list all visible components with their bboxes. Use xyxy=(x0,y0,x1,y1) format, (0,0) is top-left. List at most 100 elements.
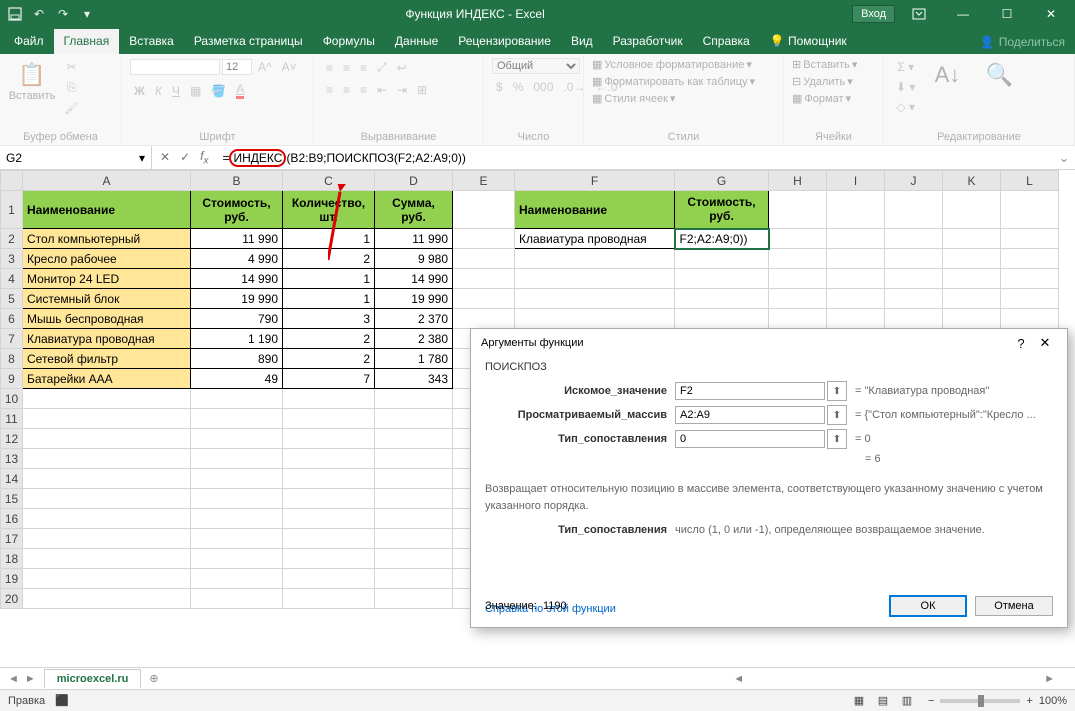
row-header[interactable]: 2 xyxy=(1,229,23,249)
name-box[interactable]: G2▾ xyxy=(0,146,152,169)
col-header[interactable]: G xyxy=(675,171,769,191)
cell[interactable]: Мышь беспроводная xyxy=(23,309,191,329)
cell[interactable] xyxy=(943,191,1001,229)
row-header[interactable]: 13 xyxy=(1,449,23,469)
row-header[interactable]: 20 xyxy=(1,589,23,609)
cell[interactable] xyxy=(191,449,283,469)
undo-icon[interactable]: ↶ xyxy=(28,3,50,25)
sheet-next-icon[interactable]: ► xyxy=(25,673,36,685)
cell[interactable]: 3 xyxy=(283,309,375,329)
bold-button[interactable]: Ж xyxy=(130,82,149,100)
hscroll-right-icon[interactable]: ► xyxy=(1044,673,1055,685)
cell[interactable]: Сетевой фильтр xyxy=(23,349,191,369)
sort-filter-button[interactable]: A↓ xyxy=(923,58,971,92)
font-size-input[interactable] xyxy=(222,59,252,75)
align-top-icon[interactable]: ≡ xyxy=(322,59,337,77)
cell[interactable] xyxy=(827,191,885,229)
col-header[interactable]: E xyxy=(453,171,515,191)
col-header[interactable]: K xyxy=(943,171,1001,191)
cell[interactable]: 9 980 xyxy=(375,249,453,269)
cell[interactable] xyxy=(375,509,453,529)
row-header[interactable]: 18 xyxy=(1,549,23,569)
row-header[interactable]: 8 xyxy=(1,349,23,369)
cell[interactable]: 49 xyxy=(191,369,283,389)
cell[interactable] xyxy=(191,389,283,409)
italic-button[interactable]: К xyxy=(151,82,166,100)
cell[interactable]: Кресло рабочее xyxy=(23,249,191,269)
zoom-out-icon[interactable]: − xyxy=(928,695,934,707)
cell[interactable] xyxy=(675,249,769,269)
delete-cells-button[interactable]: ⊟ Удалить ▾ xyxy=(792,75,853,88)
cell[interactable] xyxy=(375,489,453,509)
cell[interactable] xyxy=(453,289,515,309)
arg-lookup-input[interactable] xyxy=(675,382,825,400)
row-header[interactable]: 1 xyxy=(1,191,23,229)
tab-file[interactable]: Файл xyxy=(4,29,54,54)
borders-icon[interactable]: ▦ xyxy=(186,82,205,100)
row-header[interactable]: 12 xyxy=(1,429,23,449)
copy-icon[interactable]: ⎘ xyxy=(60,78,83,97)
redo-icon[interactable]: ↷ xyxy=(52,3,74,25)
cell[interactable] xyxy=(769,191,827,229)
indent-dec-icon[interactable]: ⇤ xyxy=(373,81,391,99)
cell[interactable] xyxy=(23,589,191,609)
close-icon[interactable]: ✕ xyxy=(1031,0,1071,28)
cell[interactable]: 7 xyxy=(283,369,375,389)
hscroll-left-icon[interactable]: ◄ xyxy=(733,673,744,685)
select-all[interactable] xyxy=(1,171,23,191)
format-cells-button[interactable]: ▦ Формат ▾ xyxy=(792,92,851,105)
cell[interactable] xyxy=(515,269,675,289)
minimize-icon[interactable]: — xyxy=(943,0,983,28)
cell[interactable] xyxy=(827,249,885,269)
cell[interactable] xyxy=(943,289,1001,309)
fill-icon[interactable]: ⬇ ▾ xyxy=(892,78,919,96)
cell[interactable] xyxy=(375,449,453,469)
cell[interactable] xyxy=(515,309,675,329)
cell[interactable] xyxy=(453,309,515,329)
cell[interactable] xyxy=(23,549,191,569)
cell[interactable]: 11 990 xyxy=(375,229,453,249)
zoom-slider[interactable] xyxy=(940,699,1020,703)
cell[interactable] xyxy=(943,229,1001,249)
wrap-text-icon[interactable]: ↩ xyxy=(393,59,411,77)
cell[interactable] xyxy=(283,569,375,589)
cell[interactable] xyxy=(23,509,191,529)
cell[interactable] xyxy=(283,549,375,569)
cell[interactable]: 2 xyxy=(283,249,375,269)
col-header[interactable]: C xyxy=(283,171,375,191)
cancel-button[interactable]: Отмена xyxy=(975,596,1053,616)
cell[interactable]: 2 xyxy=(283,349,375,369)
cell[interactable]: Стоимость, руб. xyxy=(675,191,769,229)
tab-data[interactable]: Данные xyxy=(385,29,448,54)
cell[interactable]: Клавиатура проводная xyxy=(515,229,675,249)
align-bottom-icon[interactable]: ≡ xyxy=(356,59,371,77)
cell[interactable]: 4 990 xyxy=(191,249,283,269)
col-header[interactable]: I xyxy=(827,171,885,191)
row-header[interactable]: 17 xyxy=(1,529,23,549)
save-icon[interactable] xyxy=(4,3,26,25)
cell[interactable] xyxy=(191,469,283,489)
clear-icon[interactable]: ◇ ▾ xyxy=(892,98,919,116)
align-left-icon[interactable]: ≡ xyxy=(322,81,337,99)
insert-cells-button[interactable]: ⊞ Вставить ▾ xyxy=(792,58,857,71)
underline-button[interactable]: Ч xyxy=(168,82,184,100)
row-header[interactable]: 11 xyxy=(1,409,23,429)
cell[interactable]: Сумма, руб. xyxy=(375,191,453,229)
ok-button[interactable]: ОК xyxy=(889,595,967,617)
col-header[interactable]: F xyxy=(515,171,675,191)
cell[interactable] xyxy=(283,509,375,529)
enter-formula-icon[interactable]: ✓ xyxy=(180,150,190,164)
cell[interactable] xyxy=(943,249,1001,269)
cell[interactable] xyxy=(23,469,191,489)
cell[interactable] xyxy=(283,469,375,489)
tab-insert[interactable]: Вставка xyxy=(119,29,184,54)
autosum-icon[interactable]: Σ ▾ xyxy=(892,58,919,76)
cell[interactable] xyxy=(283,589,375,609)
cell[interactable] xyxy=(191,589,283,609)
cell[interactable]: 343 xyxy=(375,369,453,389)
cell[interactable] xyxy=(191,489,283,509)
align-middle-icon[interactable]: ≡ xyxy=(339,59,354,77)
macro-record-icon[interactable]: ⬛ xyxy=(55,694,69,707)
cell[interactable]: Наименование xyxy=(515,191,675,229)
cell[interactable] xyxy=(23,569,191,589)
